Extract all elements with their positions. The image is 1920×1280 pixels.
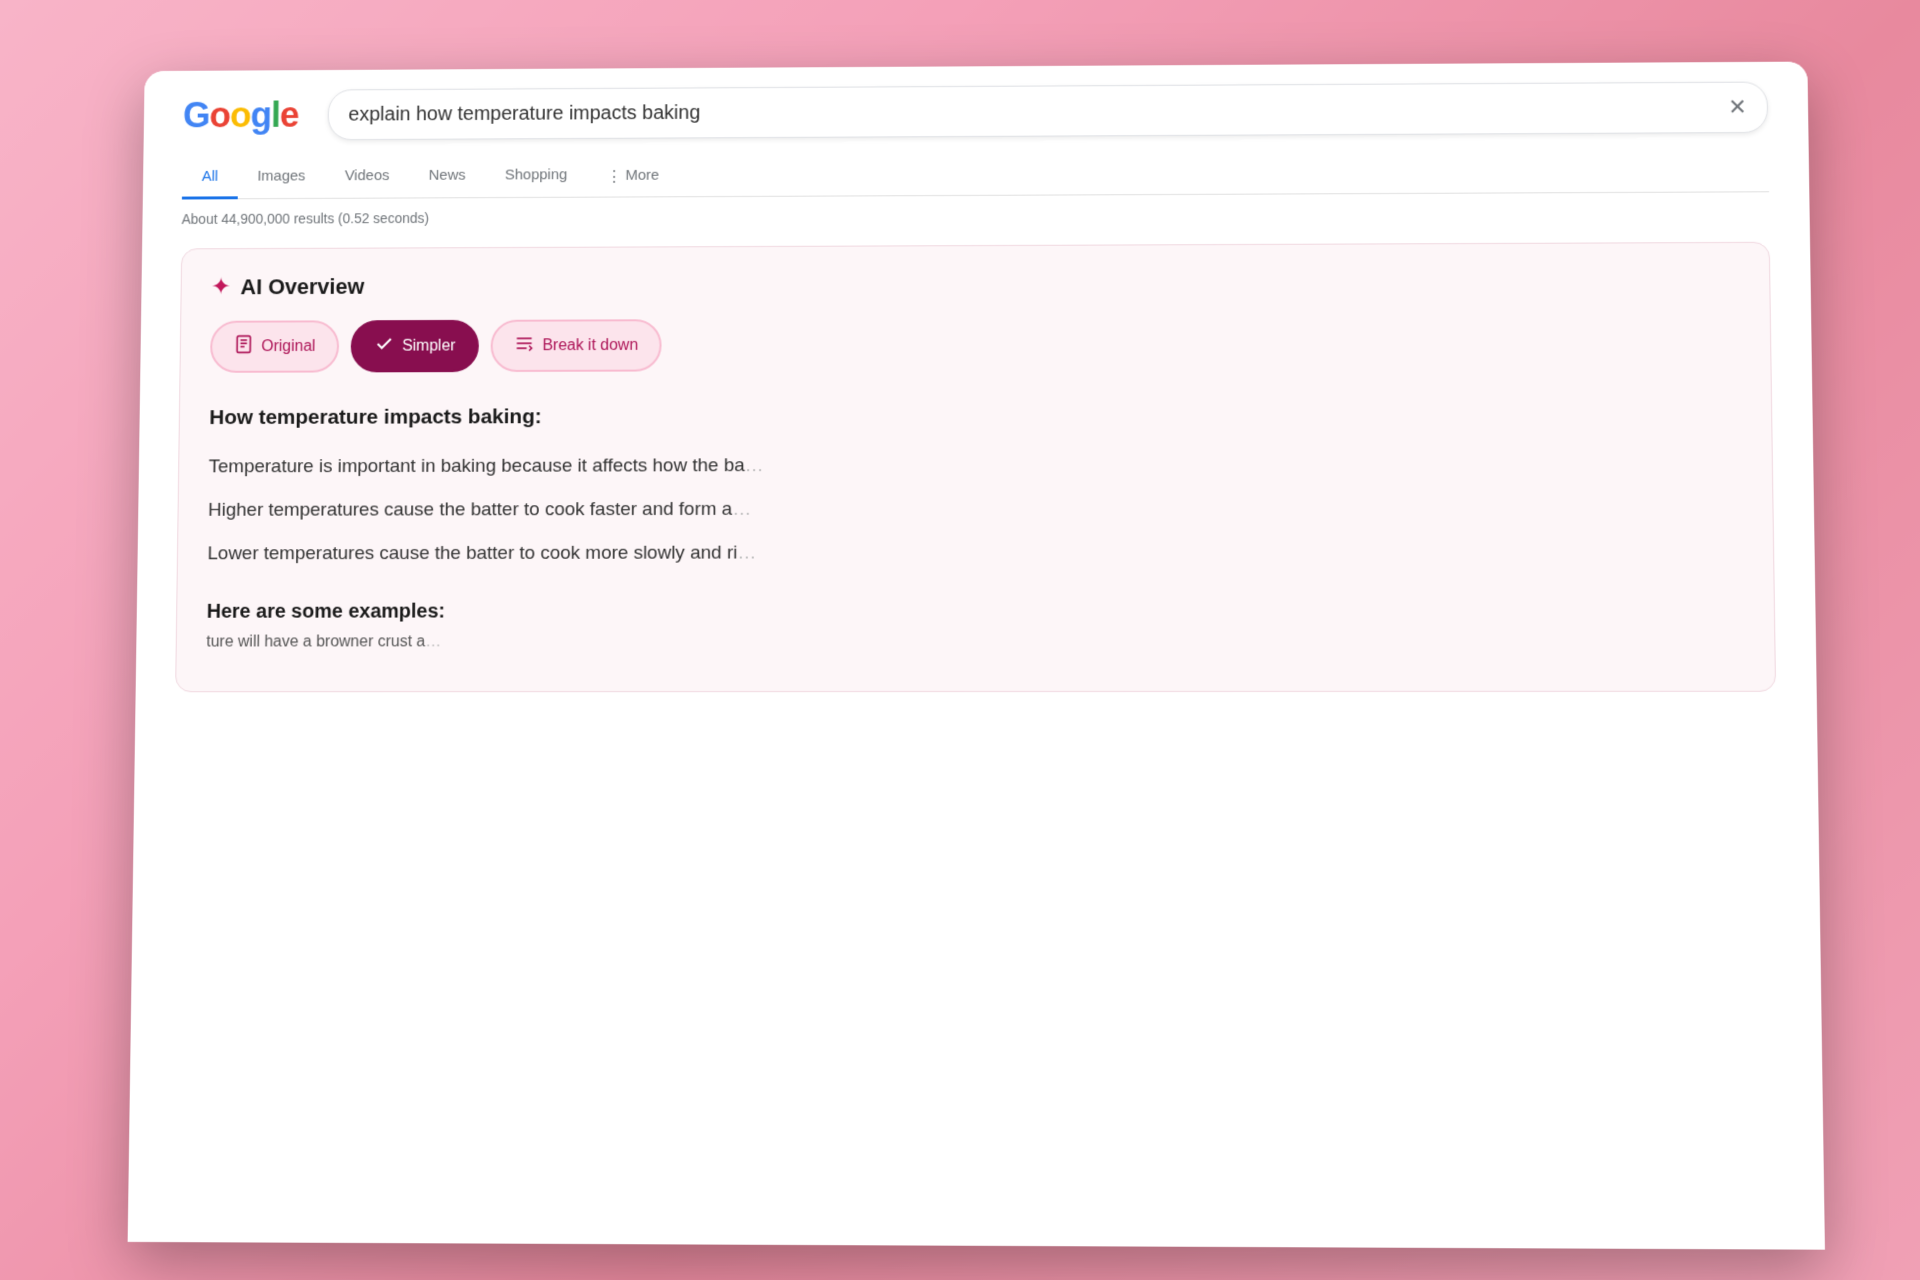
original-label: Original	[261, 338, 315, 356]
logo-letter-g2: g	[250, 95, 271, 135]
ai-paragraph-1: Temperature is important in baking becau…	[208, 448, 1741, 483]
break-it-down-button[interactable]: Break it down	[491, 319, 662, 372]
ai-paragraph-3: Lower temperatures cause the batter to c…	[207, 536, 1743, 570]
google-logo-area: Google explain how temperature impacts b…	[183, 82, 1769, 141]
tab-more[interactable]: ⋮ More	[587, 155, 679, 197]
logo-letter-o2: o	[230, 95, 251, 135]
search-clear-icon[interactable]: ✕	[1728, 94, 1747, 120]
more-icon: ⋮	[607, 167, 622, 185]
search-box[interactable]: explain how temperature impacts baking ✕	[328, 82, 1769, 141]
more-label: More	[625, 167, 659, 184]
break-icon	[515, 333, 535, 358]
ai-buttons: Original Simpler	[210, 315, 1740, 372]
browser-window: Google explain how temperature impacts b…	[128, 62, 1825, 1250]
tab-shopping[interactable]: Shopping	[485, 155, 587, 199]
simpler-label: Simpler	[402, 337, 456, 355]
simpler-icon	[374, 334, 394, 359]
google-logo: Google	[183, 95, 299, 137]
page-content: Google explain how temperature impacts b…	[135, 62, 1816, 702]
results-count: About 44,900,000 results (0.52 seconds)	[142, 192, 1810, 239]
original-button[interactable]: Original	[210, 320, 339, 373]
tab-news[interactable]: News	[409, 155, 486, 198]
simpler-button[interactable]: Simpler	[351, 320, 480, 373]
logo-letter-g1: G	[183, 95, 210, 135]
original-icon	[234, 334, 254, 359]
ai-paragraph-2: Higher temperatures cause the batter to …	[208, 492, 1742, 527]
ai-overview-section: ✦ AI Overview Original	[175, 242, 1776, 692]
ai-sparkle-icon: ✦	[211, 273, 231, 302]
ai-content: How temperature impacts baking: Temperat…	[206, 396, 1744, 667]
ai-overview-header: ✦ AI Overview	[211, 267, 1739, 301]
ai-examples-heading: Here are some examples:	[207, 593, 1744, 628]
tab-images[interactable]: Images	[237, 156, 325, 199]
ai-footnote: ture will have a browner crust a…	[206, 627, 1744, 655]
ai-overview-title: AI Overview	[240, 274, 364, 300]
search-query-text: explain how temperature impacts baking	[348, 102, 700, 126]
tab-all[interactable]: All	[182, 156, 238, 199]
nav-tabs: All Images Videos News Shopping ⋮ More	[182, 149, 1769, 200]
logo-letter-e: e	[280, 95, 299, 135]
google-header: Google explain how temperature impacts b…	[143, 62, 1810, 200]
tab-videos[interactable]: Videos	[325, 155, 409, 198]
ai-content-heading: How temperature impacts baking:	[209, 396, 1741, 435]
break-label: Break it down	[542, 337, 638, 355]
logo-letter-o1: o	[209, 95, 230, 135]
